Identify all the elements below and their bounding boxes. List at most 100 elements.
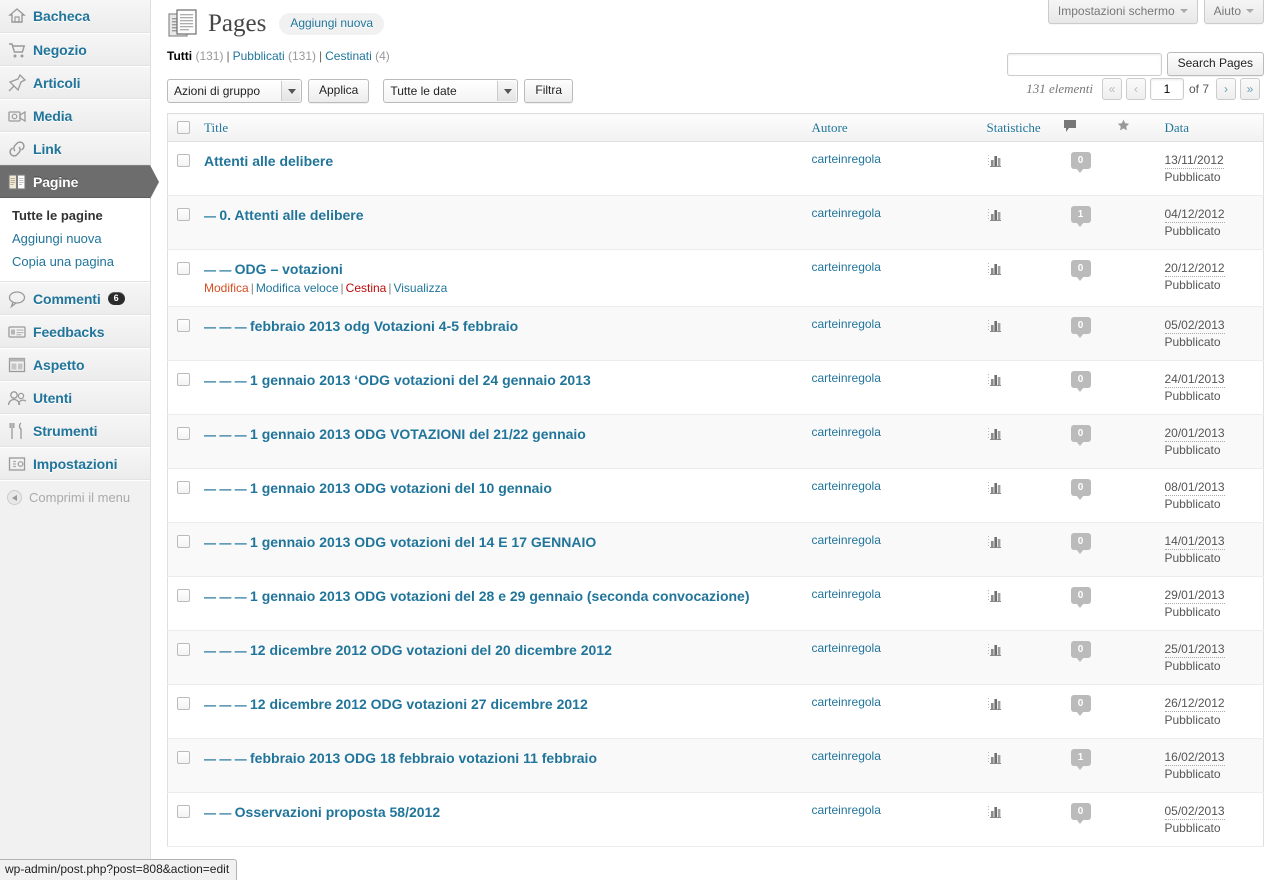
sidebar-item-link[interactable]: Link [0, 132, 150, 165]
row-checkbox[interactable] [177, 751, 190, 764]
bar-chart-icon[interactable] [987, 587, 1003, 603]
column-header-comments[interactable] [1051, 113, 1110, 142]
row-checkbox[interactable] [177, 805, 190, 818]
current-page-input[interactable] [1149, 78, 1184, 100]
edit-link[interactable]: Modifica [204, 281, 249, 295]
search-input[interactable] [1006, 52, 1162, 76]
sidebar-item-impostazioni[interactable]: Impostazioni [0, 447, 150, 480]
sidebar-item-bacheca[interactable]: Bacheca [0, 0, 150, 33]
page-title-link[interactable]: 1 gennaio 2013 ‘ODG votazioni del 24 gen… [250, 372, 591, 388]
author-link[interactable]: carteinregola [812, 803, 881, 817]
trash-link[interactable]: Cestina [346, 281, 387, 295]
row-star-cell[interactable] [1109, 522, 1158, 577]
submenu-item-2[interactable]: Copia una pagina [10, 250, 150, 273]
bar-chart-icon[interactable] [987, 317, 1003, 333]
comment-count-bubble[interactable]: 0 [1070, 371, 1091, 392]
author-link[interactable]: carteinregola [812, 425, 881, 439]
sidebar-item-aspetto[interactable]: Aspetto [0, 348, 150, 381]
row-checkbox[interactable] [177, 643, 190, 656]
page-title-link[interactable]: Osservazioni proposta 58/2012 [235, 804, 440, 820]
comment-count-bubble[interactable]: 0 [1070, 695, 1091, 716]
sidebar-item-feedbacks[interactable]: Feedbacks [0, 315, 150, 348]
author-link[interactable]: carteinregola [812, 641, 881, 655]
bar-chart-icon[interactable] [987, 152, 1003, 168]
comment-count-bubble[interactable]: 0 [1070, 479, 1091, 500]
status-filter-pubblicati[interactable]: Pubblicati [233, 49, 285, 63]
column-header-star[interactable] [1109, 113, 1158, 142]
bar-chart-icon[interactable] [987, 641, 1003, 657]
comment-count-bubble[interactable]: 0 [1070, 587, 1091, 608]
comment-count-bubble[interactable]: 0 [1070, 260, 1091, 281]
page-title-link[interactable]: 12 dicembre 2012 ODG votazioni del 20 di… [250, 642, 612, 658]
author-link[interactable]: carteinregola [812, 533, 881, 547]
filter-button[interactable]: Filtra [524, 79, 574, 103]
row-star-cell[interactable] [1109, 738, 1158, 793]
page-title-link[interactable]: febbraio 2013 odg Votazioni 4-5 febbraio [250, 318, 518, 334]
first-page-button[interactable]: « [1101, 78, 1122, 100]
row-star-cell[interactable] [1109, 792, 1158, 847]
comment-count-bubble[interactable]: 0 [1070, 803, 1091, 824]
sidebar-item-commenti[interactable]: Commenti 6 [0, 282, 150, 315]
bar-chart-icon[interactable] [987, 749, 1003, 765]
row-star-cell[interactable] [1109, 630, 1158, 685]
author-link[interactable]: carteinregola [812, 260, 881, 274]
apply-button[interactable]: Applica [308, 79, 370, 103]
row-checkbox[interactable] [177, 373, 190, 386]
bar-chart-icon[interactable] [987, 260, 1003, 276]
sidebar-item-articoli[interactable]: Articoli [0, 66, 150, 99]
page-title-link[interactable]: 1 gennaio 2013 ODG VOTAZIONI del 21/22 g… [250, 426, 586, 442]
author-link[interactable]: carteinregola [812, 587, 881, 601]
row-checkbox[interactable] [177, 262, 190, 275]
quick-edit-link[interactable]: Modifica veloce [256, 281, 339, 295]
row-star-cell[interactable] [1109, 249, 1158, 307]
column-header-date[interactable]: Data [1157, 113, 1264, 142]
row-checkbox[interactable] [177, 697, 190, 710]
prev-page-button[interactable]: ‹ [1125, 78, 1146, 100]
bar-chart-icon[interactable] [987, 479, 1003, 495]
add-new-page-button[interactable]: Aggiungi nuova [279, 13, 385, 35]
row-checkbox[interactable] [177, 319, 190, 332]
author-link[interactable]: carteinregola [812, 695, 881, 709]
comment-count-bubble[interactable]: 1 [1070, 206, 1091, 227]
author-link[interactable]: carteinregola [812, 479, 881, 493]
comment-count-bubble[interactable]: 0 [1070, 533, 1091, 554]
screen-options-tab[interactable]: Impostazioni schermo [1047, 0, 1198, 24]
author-link[interactable]: carteinregola [812, 371, 881, 385]
page-title-link[interactable]: 1 gennaio 2013 ODG votazioni del 14 E 17… [250, 534, 596, 550]
date-filter-select[interactable]: Tutte le date [383, 79, 519, 103]
comment-count-bubble[interactable]: 0 [1070, 317, 1091, 338]
author-link[interactable]: carteinregola [812, 317, 881, 331]
row-checkbox[interactable] [177, 427, 190, 440]
row-star-cell[interactable] [1109, 306, 1158, 361]
row-checkbox[interactable] [177, 589, 190, 602]
page-title-link[interactable]: 0. Attenti alle delibere [219, 207, 363, 223]
author-link[interactable]: carteinregola [812, 749, 881, 763]
row-checkbox[interactable] [177, 154, 190, 167]
comment-count-bubble[interactable]: 0 [1070, 425, 1091, 446]
bar-chart-icon[interactable] [987, 533, 1003, 549]
row-star-cell[interactable] [1109, 141, 1158, 196]
row-checkbox[interactable] [177, 481, 190, 494]
view-link[interactable]: Visualizza [393, 281, 447, 295]
next-page-button[interactable]: › [1216, 78, 1236, 100]
page-title-link[interactable]: febbraio 2013 ODG 18 febbraio votazioni … [250, 750, 597, 766]
select-all-checkbox[interactable] [177, 121, 190, 134]
column-header-title[interactable]: Title [197, 113, 805, 142]
bar-chart-icon[interactable] [987, 425, 1003, 441]
comment-count-bubble[interactable]: 1 [1070, 749, 1091, 770]
author-link[interactable]: carteinregola [812, 206, 881, 220]
row-star-cell[interactable] [1109, 195, 1158, 250]
bulk-actions-select[interactable]: Azioni di gruppo [167, 79, 302, 103]
page-title-link[interactable]: 1 gennaio 2013 ODG votazioni del 28 e 29… [250, 588, 749, 604]
comment-count-bubble[interactable]: 0 [1070, 641, 1091, 662]
submenu-item-0[interactable]: Tutte le pagine [10, 204, 150, 227]
bar-chart-icon[interactable] [987, 803, 1003, 819]
sidebar-item-utenti[interactable]: Utenti [0, 381, 150, 414]
sidebar-item-pagine[interactable]: Pagine [0, 165, 159, 199]
row-star-cell[interactable] [1109, 576, 1158, 631]
row-checkbox[interactable] [177, 535, 190, 548]
search-pages-button[interactable]: Search Pages [1166, 52, 1264, 76]
author-link[interactable]: carteinregola [812, 152, 881, 166]
row-star-cell[interactable] [1109, 360, 1158, 415]
status-filter-cestinati[interactable]: Cestinati [325, 49, 372, 63]
